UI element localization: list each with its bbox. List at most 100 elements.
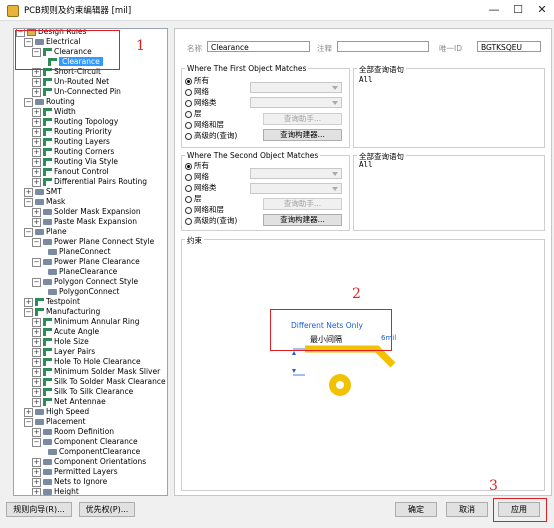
expand-icon[interactable]: + [32,147,41,157]
expand-icon[interactable]: + [32,317,41,327]
name-field[interactable]: Clearance [207,41,310,52]
collapse-icon[interactable]: − [24,197,33,207]
second-select-2[interactable] [250,183,342,194]
expand-icon[interactable]: + [24,407,33,417]
expand-icon[interactable]: + [32,87,41,97]
expand-icon[interactable]: + [32,367,41,377]
unique-id-field[interactable]: BGTKSQEU [477,41,541,52]
tree-item-room-definition[interactable]: + Room Definition [32,427,114,437]
rules-tree[interactable]: − Design Rules − Electrical − Clearance Cle… [13,28,168,496]
tree-item-differential-pairs-routing[interactable]: + Differential Pairs Routing [32,177,147,187]
maximize-button[interactable]: ☐ [508,2,528,18]
collapse-icon[interactable]: − [24,417,33,427]
tree-item-nets-to-ignore[interactable]: + Nets to Ignore [32,477,107,487]
second-select-1[interactable] [250,168,342,179]
tree-item-permitted-layers[interactable]: + Permitted Layers [32,467,118,477]
tree-item-routing-priority[interactable]: + Routing Priority [32,127,112,137]
expand-icon[interactable]: + [32,427,41,437]
tree-item-routing-corners[interactable]: + Routing Corners [32,147,114,157]
collapse-icon[interactable]: − [32,277,41,287]
tree-item-fanout-control[interactable]: + Fanout Control [32,167,109,177]
expand-icon[interactable]: + [32,327,41,337]
tree-item-net-antennae[interactable]: + Net Antennae [32,397,106,407]
collapse-icon[interactable]: − [24,227,33,237]
tree-item-height[interactable]: + Height [32,487,79,495]
tree-item-hole-size[interactable]: + Hole Size [32,337,89,347]
expand-icon[interactable]: + [32,377,41,387]
second-radio-netclass[interactable]: 网络类 [185,183,217,193]
expand-icon[interactable]: + [32,167,41,177]
tree-item-minimum-solder-mask-sliver[interactable]: + Minimum Solder Mask Sliver [32,367,160,377]
expand-icon[interactable]: + [24,297,33,307]
tree-item-routing[interactable]: − Routing [24,97,75,107]
expand-icon[interactable]: + [32,217,41,227]
first-radio-net-and-layer[interactable]: 网络和层 [185,120,224,130]
collapse-icon[interactable]: − [32,437,41,447]
tree-item-acute-angle[interactable]: + Acute Angle [32,327,99,337]
first-select-1[interactable] [250,82,342,93]
expand-icon[interactable]: + [32,127,41,137]
tree-item-power-plane-clearance[interactable]: − Power Plane Clearance [32,257,140,267]
expand-icon[interactable]: + [32,457,41,467]
tree-item-silk-to-silk-clearance[interactable]: + Silk To Silk Clearance [32,387,133,397]
expand-icon[interactable]: + [32,117,41,127]
tree-item-routing-via-style[interactable]: + Routing Via Style [32,157,118,167]
tree-item-plane-connect[interactable]: PlaneConnect [48,247,111,257]
expand-icon[interactable]: + [32,387,41,397]
priorities-button[interactable]: 优先权(P)... [79,502,135,517]
collapse-icon[interactable]: − [24,97,33,107]
expand-icon[interactable]: + [32,467,41,477]
first-radio-all[interactable]: 所有 [185,76,209,86]
comment-field[interactable] [337,41,429,52]
tree-item-polygon-connect[interactable]: PolygonConnect [48,287,119,297]
tree-item-component-clearance-rule[interactable]: ComponentClearance [48,447,140,457]
second-radio-layer[interactable]: 层 [185,194,202,204]
expand-icon[interactable]: + [32,347,41,357]
tree-item-width[interactable]: + Width [32,107,76,117]
first-radio-layer[interactable]: 层 [185,109,202,119]
tree-item-layer-pairs[interactable]: + Layer Pairs [32,347,95,357]
second-radio-all[interactable]: 所有 [185,161,209,171]
expand-icon[interactable]: + [32,107,41,117]
expand-icon[interactable]: + [32,207,41,217]
second-radio-net-and-layer[interactable]: 网络和层 [185,205,224,215]
collapse-icon[interactable]: − [24,307,33,317]
first-radio-advanced[interactable]: 高级的(查询) [185,131,237,141]
tree-item-component-orientations[interactable]: + Component Orientations [32,457,146,467]
second-query-helper-button[interactable]: 查询助手... [263,198,342,210]
close-button[interactable]: ✕ [532,2,552,18]
second-radio-advanced[interactable]: 高级的(查询) [185,216,237,226]
cancel-button[interactable]: 取消 [446,502,488,517]
tree-item-placement[interactable]: − Placement [24,417,86,427]
first-query-builder-button[interactable]: 查询构建器... [263,129,342,141]
tree-item-minimum-annular-ring[interactable]: + Minimum Annular Ring [32,317,140,327]
second-query-builder-button[interactable]: 查询构建器... [263,214,342,226]
expand-icon[interactable]: + [32,157,41,167]
collapse-icon[interactable]: − [32,237,41,247]
tree-item-un-connected-pin[interactable]: + Un-Connected Pin [32,87,121,97]
collapse-icon[interactable]: − [32,257,41,267]
first-radio-netclass[interactable]: 网络类 [185,98,217,108]
first-radio-net[interactable]: 网络 [185,87,209,97]
tree-item-mask[interactable]: − Mask [24,197,65,207]
expand-icon[interactable]: + [24,187,33,197]
rule-wizard-button[interactable]: 规则向导(R)... [6,502,72,517]
tree-item-testpoint[interactable]: + Testpoint [24,297,80,307]
expand-icon[interactable]: + [32,477,41,487]
tree-item-silk-to-solder-mask-clearance[interactable]: + Silk To Solder Mask Clearance [32,377,166,387]
expand-icon[interactable]: + [32,177,41,187]
tree-item-high-speed[interactable]: + High Speed [24,407,89,417]
expand-icon[interactable]: + [32,337,41,347]
first-select-2[interactable] [250,97,342,108]
expand-icon[interactable]: + [32,77,41,87]
tree-item-power-plane-connect-style[interactable]: − Power Plane Connect Style [32,237,154,247]
tree-item-solder-mask-expansion[interactable]: + Solder Mask Expansion [32,207,141,217]
minimize-button[interactable]: — [484,2,504,18]
tree-item-hole-to-hole-clearance[interactable]: + Hole To Hole Clearance [32,357,141,367]
expand-icon[interactable]: + [32,357,41,367]
tree-item-component-clearance[interactable]: − Component Clearance [32,437,138,447]
ok-button[interactable]: 确定 [395,502,437,517]
tree-item-un-routed-net[interactable]: + Un-Routed Net [32,77,109,87]
tree-item-routing-layers[interactable]: + Routing Layers [32,137,110,147]
expand-icon[interactable]: + [32,397,41,407]
